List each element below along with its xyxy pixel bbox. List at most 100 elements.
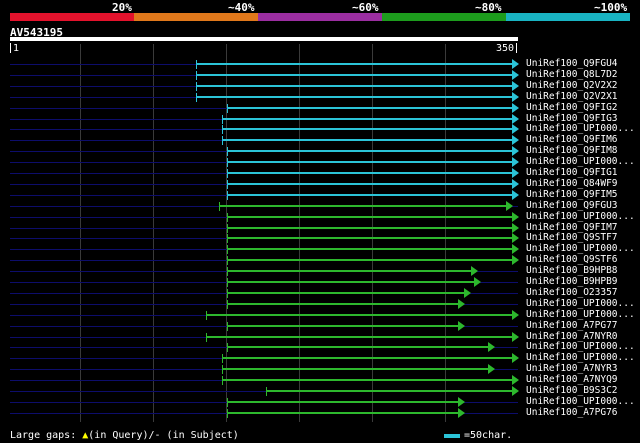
hit-start-cap — [221, 115, 223, 124]
hit-label[interactable]: UniRef100_Q2V2X2 — [526, 80, 618, 91]
hit-label[interactable]: UniRef100_Q9STF7 — [526, 232, 618, 243]
hit-start-cap — [227, 256, 229, 265]
color-band-segment — [10, 13, 134, 21]
hit-label[interactable]: UniRef100_Q2V2X1 — [526, 91, 618, 102]
hit-arrow-icon — [512, 310, 519, 320]
hit-bar[interactable] — [227, 281, 474, 283]
hit-bar[interactable] — [221, 379, 512, 381]
color-band-segment — [258, 13, 382, 21]
hit-arrow-icon — [458, 408, 466, 418]
hit-start-cap — [227, 289, 229, 298]
hit-label[interactable]: UniRef100_UPI000... — [526, 298, 635, 309]
hit-label[interactable]: UniRef100_B9HPB8 — [526, 265, 618, 276]
hit-start-cap — [227, 169, 229, 178]
hit-bar[interactable] — [205, 336, 512, 338]
hit-bar[interactable] — [221, 368, 489, 370]
hit-bar[interactable] — [227, 237, 512, 239]
hit-label[interactable]: UniRef100_Q9FIM6 — [526, 134, 618, 145]
hit-label[interactable]: UniRef100_Q9FIM8 — [526, 145, 618, 156]
hit-label[interactable]: UniRef100_UPI000... — [526, 341, 635, 352]
hit-bar[interactable] — [221, 139, 512, 141]
hit-start-cap — [227, 245, 229, 254]
hit-start-cap — [227, 213, 229, 222]
color-band-segment — [134, 13, 258, 21]
query-bar — [10, 37, 518, 41]
hit-bar[interactable] — [227, 194, 512, 196]
hit-label[interactable]: UniRef100_UPI000... — [526, 123, 635, 134]
hit-label[interactable]: UniRef100_A7NYQ9 — [526, 374, 618, 385]
hit-bar[interactable] — [221, 357, 512, 359]
hit-start-cap — [205, 311, 207, 320]
query-end-tick — [516, 43, 517, 53]
hit-label[interactable]: UniRef100_Q9FGU4 — [526, 58, 618, 69]
hit-label[interactable]: UniRef100_Q84WF9 — [526, 178, 618, 189]
hit-bar[interactable] — [227, 270, 471, 272]
hit-bar[interactable] — [227, 303, 459, 305]
hit-label[interactable]: UniRef100_Q9STF6 — [526, 254, 618, 265]
hit-bar[interactable] — [195, 63, 512, 65]
hit-bar[interactable] — [227, 172, 512, 174]
hit-label[interactable]: UniRef100_Q9FGU3 — [526, 200, 618, 211]
hit-label[interactable]: UniRef100_UPI000... — [526, 243, 635, 254]
hit-label[interactable]: UniRef100_UPI000... — [526, 211, 635, 222]
hit-label[interactable]: UniRef100_A7PG77 — [526, 320, 618, 331]
hit-arrow-icon — [512, 233, 519, 243]
query-start: 1 — [13, 43, 20, 54]
hit-arrow-icon — [488, 342, 496, 352]
hit-bar[interactable] — [227, 216, 512, 218]
hit-bar[interactable] — [227, 161, 512, 163]
hit-start-cap — [221, 125, 223, 134]
hit-bar[interactable] — [227, 107, 512, 109]
hit-bar[interactable] — [227, 150, 512, 152]
hit-bar[interactable] — [195, 96, 512, 98]
grid-line — [299, 44, 300, 422]
hit-bar[interactable] — [227, 292, 464, 294]
hit-arrow-icon — [512, 179, 519, 189]
hit-bar[interactable] — [227, 412, 459, 414]
hit-start-cap — [227, 322, 229, 331]
hit-bar[interactable] — [227, 248, 512, 250]
hit-label[interactable]: UniRef100_Q9FIM5 — [526, 189, 618, 200]
hit-label[interactable]: UniRef100_UPI000... — [526, 396, 635, 407]
hit-arrow-icon — [505, 201, 513, 211]
hit-bar[interactable] — [227, 401, 459, 403]
hit-bar[interactable] — [227, 325, 459, 327]
hit-arrow-icon — [512, 114, 519, 124]
hit-start-cap — [221, 376, 223, 385]
hit-start-cap — [227, 234, 229, 243]
hit-bar[interactable] — [227, 227, 512, 229]
hit-arrow-icon — [512, 157, 519, 167]
hit-label[interactable]: UniRef100_B9S3C2 — [526, 385, 618, 396]
hit-label[interactable]: UniRef100_A7NYR3 — [526, 363, 618, 374]
hit-start-cap — [227, 191, 229, 200]
hit-arrow-icon — [512, 353, 519, 363]
hit-start-cap — [218, 202, 220, 211]
grid-line — [226, 44, 227, 422]
hit-arrow-icon — [512, 386, 519, 396]
hit-label[interactable]: UniRef100_UPI000... — [526, 352, 635, 363]
hit-bar[interactable] — [227, 259, 512, 261]
hit-start-cap — [195, 71, 197, 80]
hit-bar[interactable] — [221, 118, 512, 120]
hit-arrow-icon — [512, 375, 519, 385]
hit-label[interactable]: UniRef100_Q9FIG1 — [526, 167, 618, 178]
hit-bar[interactable] — [205, 314, 512, 316]
hit-bar[interactable] — [221, 128, 512, 130]
hit-bar[interactable] — [266, 390, 512, 392]
hit-start-cap — [205, 333, 207, 342]
hit-label[interactable]: UniRef100_B9HPB9 — [526, 276, 618, 287]
hit-label[interactable]: UniRef100_UPI000... — [526, 309, 635, 320]
hit-label[interactable]: UniRef100_Q9FIG2 — [526, 102, 618, 113]
query-start-tick — [10, 43, 11, 53]
hit-label[interactable]: UniRef100_O23357 — [526, 287, 618, 298]
hit-bar[interactable] — [195, 85, 512, 87]
hit-bar[interactable] — [218, 205, 506, 207]
hit-label[interactable]: UniRef100_Q8L7D2 — [526, 69, 618, 80]
hit-label[interactable]: UniRef100_A7PG76 — [526, 407, 618, 418]
hit-label[interactable]: UniRef100_UPI000... — [526, 156, 635, 167]
hit-bar[interactable] — [227, 183, 512, 185]
hit-bar[interactable] — [227, 346, 489, 348]
hit-bar[interactable] — [195, 74, 512, 76]
hit-start-cap — [227, 180, 229, 189]
hit-arrow-icon — [512, 190, 519, 200]
